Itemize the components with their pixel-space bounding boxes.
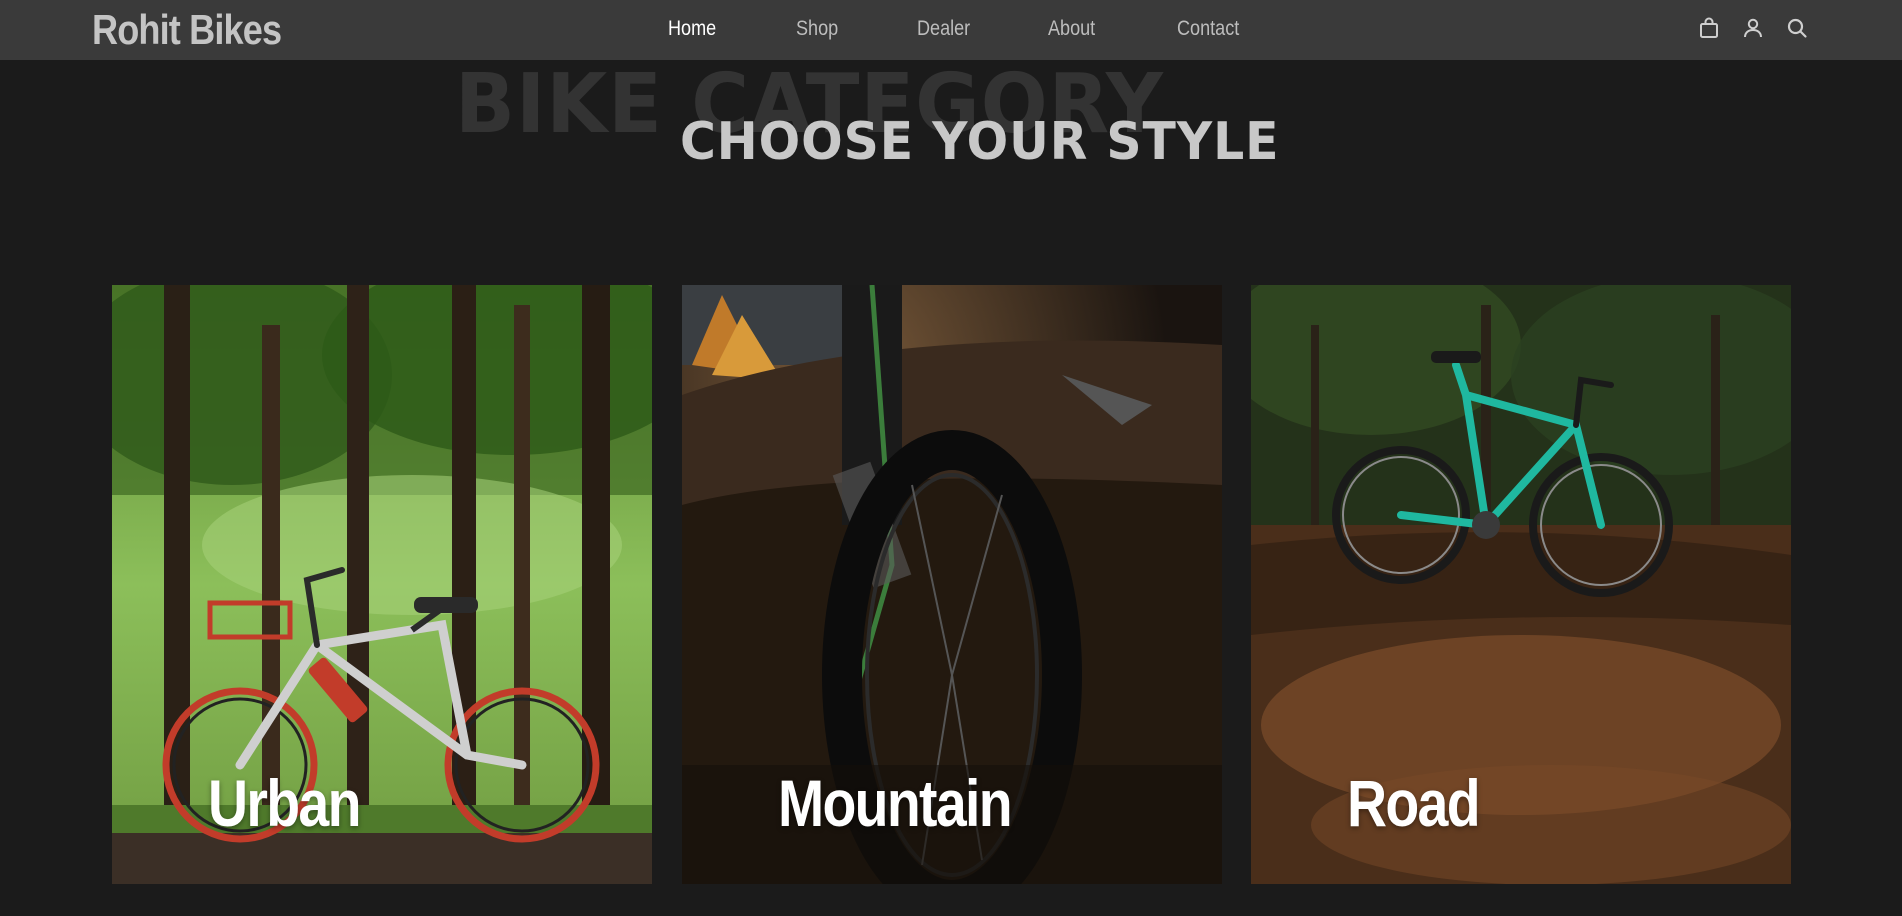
top-navbar: Rohit Bikes Home Shop Dealer About Conta… (0, 0, 1902, 60)
brand-logo[interactable]: Rohit Bikes (92, 4, 282, 56)
road-bike-image (1251, 285, 1791, 884)
category-card-road[interactable]: Road (1251, 285, 1791, 884)
nav-link-about[interactable]: About (1048, 14, 1095, 44)
cart-icon[interactable] (1697, 16, 1721, 40)
search-icon[interactable] (1785, 16, 1809, 40)
category-label-mountain: Mountain (778, 766, 1013, 840)
category-card-urban[interactable]: Urban (112, 285, 652, 884)
nav-link-dealer[interactable]: Dealer (917, 14, 970, 44)
nav-link-shop[interactable]: Shop (796, 14, 838, 44)
nav-link-contact[interactable]: Contact (1177, 14, 1239, 44)
category-label-urban: Urban (208, 766, 361, 840)
category-label-road: Road (1347, 766, 1481, 840)
nav-link-home[interactable]: Home (668, 14, 716, 44)
user-icon[interactable] (1741, 16, 1765, 40)
section-title: CHOOSE YOUR STYLE (680, 112, 1280, 172)
urban-bike-image (112, 285, 652, 884)
category-card-mountain[interactable]: Mountain (682, 285, 1222, 884)
